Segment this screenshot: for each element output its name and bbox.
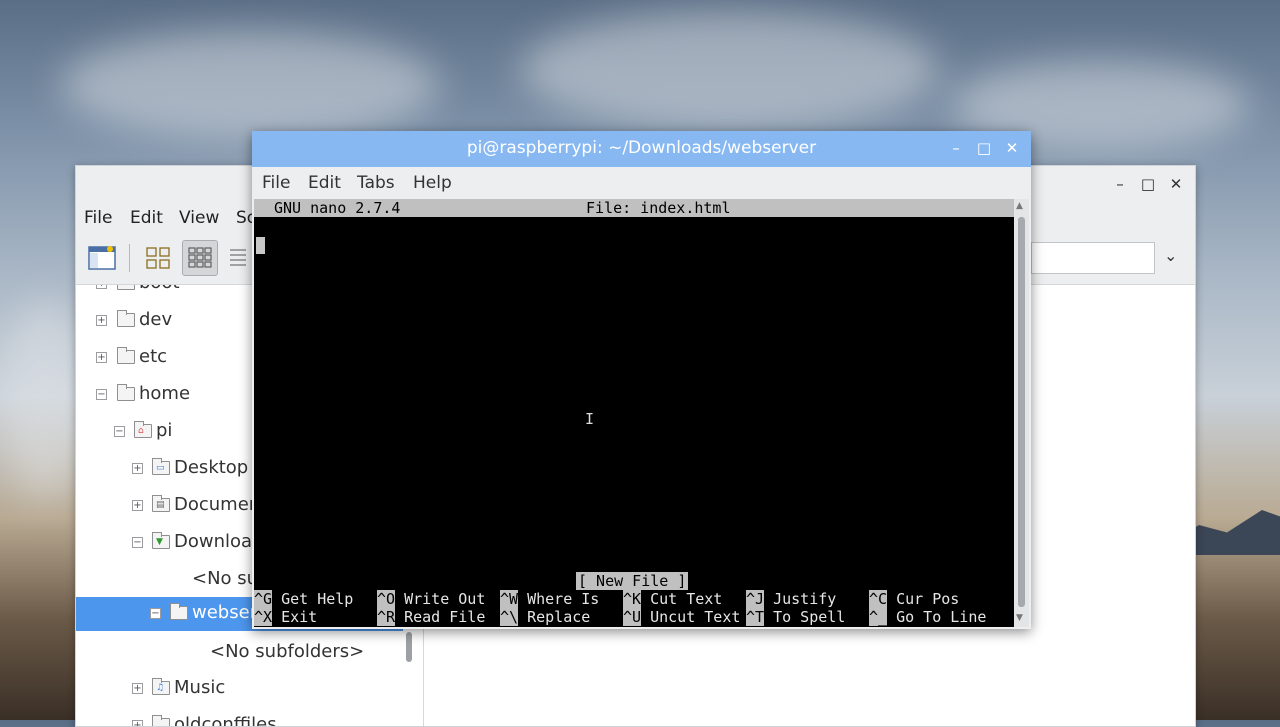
maximize-icon[interactable]: □ bbox=[1138, 174, 1158, 194]
shortcut-exit: ^X Exit bbox=[254, 608, 318, 626]
folder-icon bbox=[170, 603, 188, 620]
minimize-icon[interactable]: – bbox=[946, 138, 966, 158]
collapse-icon[interactable]: − bbox=[114, 426, 125, 437]
mouse-ibeam-icon: I bbox=[585, 410, 595, 428]
shortcut-replace: ^\ Replace bbox=[500, 608, 591, 626]
collapse-icon[interactable]: − bbox=[150, 608, 161, 619]
folder-icon bbox=[117, 347, 135, 364]
expand-icon[interactable]: + bbox=[132, 683, 143, 694]
menu-tabs[interactable]: Tabs bbox=[357, 173, 395, 193]
minimize-icon[interactable]: – bbox=[1110, 174, 1130, 194]
tree-item-label: etc bbox=[139, 346, 168, 367]
maximize-icon[interactable]: □ bbox=[974, 138, 994, 158]
collapse-icon[interactable]: − bbox=[132, 537, 143, 548]
home-folder-icon: ⌂ bbox=[134, 421, 152, 438]
menu-help[interactable]: Help bbox=[413, 173, 452, 193]
icon-view-icon[interactable] bbox=[140, 240, 176, 276]
menu-view[interactable]: View bbox=[179, 208, 219, 228]
expand-icon[interactable]: + bbox=[132, 720, 143, 726]
expand-icon[interactable]: + bbox=[96, 315, 107, 326]
shortcut-uncut-text: ^U Uncut Text bbox=[623, 608, 741, 626]
tree-item-no-subfolders: <No subfolders> bbox=[76, 636, 412, 670]
shortcut-where-is: ^W Where Is bbox=[500, 590, 600, 608]
tree-item-label: dev bbox=[139, 309, 173, 330]
tree-item-label: home bbox=[139, 383, 191, 404]
shortcut-get-help: ^G Get Help bbox=[254, 590, 354, 608]
tree-item-label: Desktop bbox=[174, 457, 249, 478]
new-window-icon[interactable] bbox=[84, 240, 120, 276]
menu-file[interactable]: File bbox=[84, 208, 112, 228]
tree-item-label: oldconffiles bbox=[174, 714, 277, 726]
expand-icon[interactable]: + bbox=[96, 285, 107, 289]
shortcut-go-to-line: ^_ Go To Line bbox=[869, 608, 987, 626]
list-view-icon[interactable] bbox=[224, 240, 248, 276]
tree-item-label: <No subfolders> bbox=[210, 641, 365, 662]
tree-item-label: boot bbox=[139, 285, 180, 293]
nano-shortcut-row: ^X Exit ^R Read File ^\ Replace ^U Uncut… bbox=[254, 608, 986, 626]
downloads-folder-icon: ▼ bbox=[152, 532, 170, 549]
folder-icon bbox=[152, 715, 170, 726]
expand-icon[interactable]: + bbox=[96, 352, 107, 363]
documents-folder-icon: ▤ bbox=[152, 495, 170, 512]
text-cursor bbox=[256, 237, 265, 254]
menu-edit[interactable]: Edit bbox=[308, 173, 341, 193]
terminal-screen[interactable]: GNU nano 2.7.4 File: index.html I [ New … bbox=[254, 199, 1014, 627]
shortcut-cur-pos: ^C Cur Pos bbox=[869, 590, 960, 608]
tree-item-label: pi bbox=[156, 420, 173, 441]
tree-item-label: Music bbox=[174, 677, 226, 698]
collapse-icon[interactable]: − bbox=[96, 389, 107, 400]
close-icon[interactable]: ✕ bbox=[1166, 174, 1186, 194]
shortcut-to-spell: ^T To Spell bbox=[746, 608, 846, 626]
chevron-down-icon[interactable]: ⌄ bbox=[1164, 246, 1177, 265]
nano-filename: File: index.html bbox=[586, 199, 731, 217]
terminal-menubar: File Edit Tabs Help bbox=[252, 167, 1031, 199]
folder-icon bbox=[117, 384, 135, 401]
nano-shortcut-row: ^G Get Help ^O Write Out ^W Where Is ^K … bbox=[254, 590, 959, 608]
shortcut-read-file: ^R Read File bbox=[377, 608, 486, 626]
shortcut-cut-text: ^K Cut Text bbox=[623, 590, 723, 608]
tree-item-music[interactable]: + ♫ Music bbox=[76, 672, 412, 706]
music-folder-icon: ♫ bbox=[152, 678, 170, 695]
expand-icon[interactable]: + bbox=[132, 500, 143, 511]
tree-item-oldconffiles[interactable]: + oldconffiles bbox=[76, 709, 412, 726]
toolbar-separator bbox=[129, 244, 130, 272]
expand-icon[interactable]: + bbox=[132, 463, 143, 474]
terminal-scrollbar-thumb[interactable] bbox=[1018, 217, 1025, 607]
terminal-titlebar[interactable]: pi@raspberrypi: ~/Downloads/webserver – … bbox=[252, 131, 1031, 167]
nano-status-message: [ New File ] bbox=[576, 572, 689, 590]
nano-version: GNU nano 2.7.4 bbox=[274, 199, 401, 217]
menu-edit[interactable]: Edit bbox=[130, 208, 163, 228]
thumbnail-view-icon[interactable] bbox=[182, 240, 218, 276]
close-icon[interactable]: ✕ bbox=[1002, 138, 1022, 158]
shortcut-write-out: ^O Write Out bbox=[377, 590, 486, 608]
terminal-window: pi@raspberrypi: ~/Downloads/webserver – … bbox=[252, 131, 1031, 629]
folder-icon bbox=[117, 285, 135, 290]
terminal-title: pi@raspberrypi: ~/Downloads/webserver bbox=[466, 138, 817, 158]
scroll-up-icon[interactable]: ▲ bbox=[1016, 201, 1023, 211]
desktop-folder-icon: ▭ bbox=[152, 458, 170, 475]
tree-scrollbar-thumb[interactable] bbox=[406, 632, 412, 662]
folder-icon bbox=[117, 310, 135, 327]
shortcut-justify: ^J Justify bbox=[746, 590, 837, 608]
nano-title-bar: GNU nano 2.7.4 File: index.html bbox=[254, 199, 1014, 217]
path-input[interactable] bbox=[1031, 242, 1155, 274]
scroll-down-icon[interactable]: ▼ bbox=[1016, 613, 1023, 623]
menu-file[interactable]: File bbox=[262, 173, 290, 193]
